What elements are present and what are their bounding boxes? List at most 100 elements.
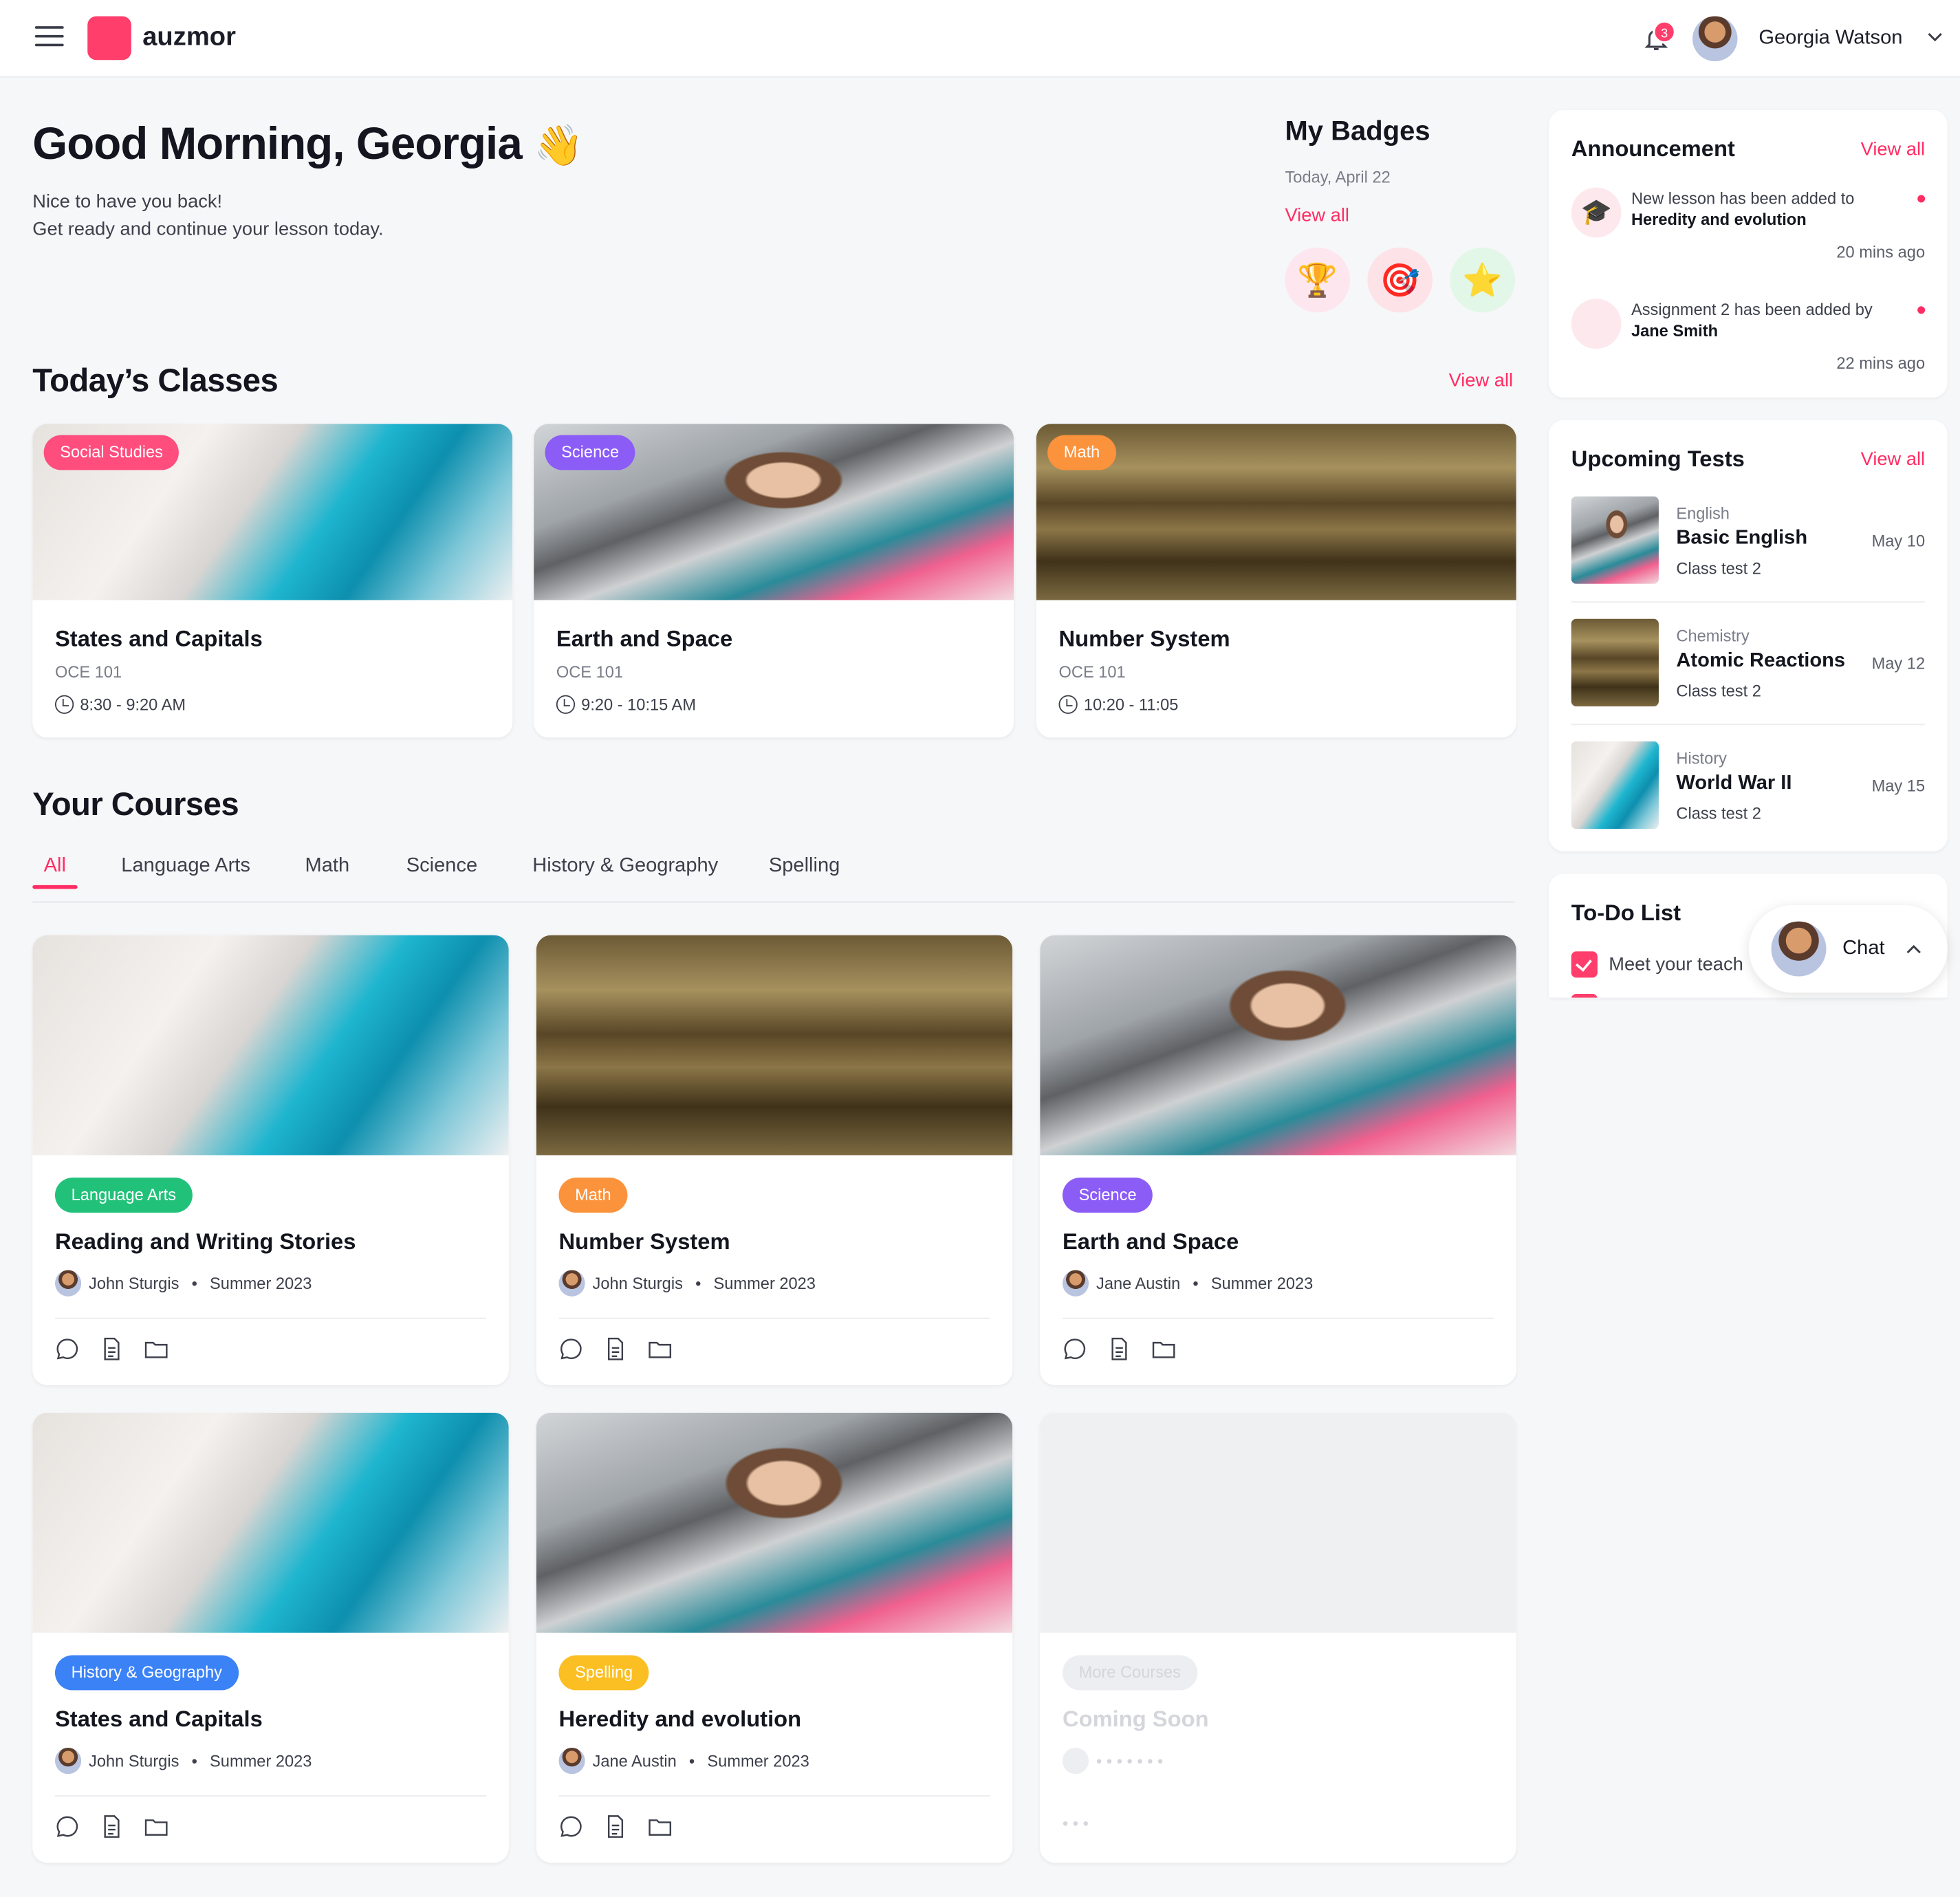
- course-actions: [558, 1814, 686, 1845]
- tab-math[interactable]: Math: [305, 855, 349, 878]
- menu-icon[interactable]: [34, 26, 64, 49]
- page-title: Good Morning, Georgia 👋: [32, 117, 583, 169]
- chat-icon[interactable]: [558, 1336, 583, 1361]
- course-card[interactable]: Math Number System John Sturgis • Summer 2…: [536, 935, 1013, 1385]
- todays-classes-title: Today’s Classes: [32, 361, 279, 399]
- course-card[interactable]: Spelling Heredity and evolution Jane Aus…: [536, 1412, 1013, 1863]
- test-name[interactable]: Basic English: [1676, 528, 1807, 550]
- todo-item[interactable]: Meet your teach: [1609, 954, 1743, 975]
- course-card[interactable]: Language Arts Reading and Writing Storie…: [32, 935, 509, 1385]
- trophy-badge-icon[interactable]: 🏆: [1285, 247, 1351, 313]
- class-tag: Social Studies: [43, 435, 179, 470]
- your-courses-title: Your Courses: [32, 785, 239, 823]
- avatar: [558, 1748, 585, 1775]
- greeting-line-1: Nice to have you back!: [32, 191, 223, 213]
- course-title: Earth and Space: [1062, 1228, 1239, 1255]
- document-icon[interactable]: [99, 1814, 124, 1839]
- document-icon[interactable]: [99, 1336, 124, 1361]
- folder-icon[interactable]: [144, 1814, 168, 1839]
- divider: [1571, 724, 1926, 726]
- avatar: [1771, 921, 1827, 977]
- chevron-up-icon[interactable]: [1906, 942, 1921, 955]
- test-class: Class test 2: [1676, 559, 1761, 578]
- chat-widget[interactable]: Chat: [1748, 904, 1948, 993]
- class-card[interactable]: Social Studies States and Capitals OCE 1…: [32, 424, 513, 738]
- class-code: OCE 101: [556, 662, 624, 682]
- tab-spelling[interactable]: Spelling: [769, 855, 840, 878]
- tab-history-geography[interactable]: History & Geography: [532, 855, 718, 878]
- course-tabs: All Language Arts Math Science History &…: [32, 855, 1515, 903]
- course-meta: Jane Austin • Summer 2023: [1062, 1270, 1313, 1297]
- course-tag: More Courses: [1062, 1655, 1197, 1691]
- course-title: Reading and Writing Stories: [54, 1228, 356, 1255]
- announcement-item[interactable]: Assignment 2 has been added by Jane Smith: [1631, 299, 1873, 341]
- course-card[interactable]: History & Geography States and Capitals …: [32, 1412, 509, 1863]
- chat-icon[interactable]: [558, 1814, 583, 1839]
- announcement-panel: Announcement View all 🎓 New lesson has b…: [1549, 109, 1948, 398]
- course-actions: [558, 1336, 686, 1367]
- chat-icon[interactable]: [1063, 1336, 1087, 1361]
- test-thumbnail: [1571, 741, 1659, 830]
- user-name[interactable]: Georgia Watson: [1758, 28, 1902, 50]
- logo-icon: [87, 16, 131, 61]
- document-icon[interactable]: [603, 1814, 628, 1839]
- avatar: [1062, 1270, 1089, 1297]
- chat-label: Chat: [1842, 937, 1885, 960]
- course-meta: John Sturgis • Summer 2023: [558, 1270, 816, 1297]
- tab-all[interactable]: All: [44, 855, 66, 878]
- checkbox[interactable]: [1571, 951, 1598, 978]
- course-meta: • • • • • • •: [1062, 1748, 1163, 1775]
- checkbox[interactable]: [1571, 993, 1598, 998]
- test-name[interactable]: World War II: [1676, 772, 1792, 795]
- class-tag: Math: [1047, 435, 1116, 470]
- avatar[interactable]: [1692, 16, 1738, 62]
- chat-icon[interactable]: [55, 1336, 80, 1361]
- course-image: [536, 935, 1013, 1156]
- course-title: States and Capitals: [54, 1706, 263, 1732]
- badges-view-all-link[interactable]: View all: [1285, 205, 1349, 226]
- test-name[interactable]: Atomic Reactions: [1676, 650, 1845, 673]
- class-time: 10:20 - 11:05: [1058, 695, 1178, 714]
- class-code: OCE 101: [54, 662, 122, 682]
- wave-emoji: 👋: [534, 122, 583, 168]
- active-tab-indicator: [32, 885, 78, 889]
- folder-icon[interactable]: [647, 1336, 672, 1361]
- divider: [54, 1317, 487, 1319]
- tab-language-arts[interactable]: Language Arts: [121, 855, 250, 878]
- test-subject: Chemistry: [1676, 626, 1750, 645]
- test-date: May 12: [1871, 653, 1926, 673]
- clock-icon: [1058, 695, 1078, 714]
- folder-icon[interactable]: [1151, 1336, 1176, 1361]
- avatar: [54, 1270, 82, 1297]
- announcement-view-all-link[interactable]: View all: [1861, 139, 1925, 160]
- graduation-cap-icon: 🎓: [1571, 187, 1622, 238]
- chat-icon[interactable]: [55, 1814, 80, 1839]
- brand-name: auzmor: [142, 22, 236, 52]
- class-card[interactable]: Math Number System OCE 101 10:20 - 11:05: [1036, 424, 1516, 738]
- class-time: 9:20 - 10:15 AM: [556, 695, 696, 714]
- test-date: May 10: [1871, 531, 1926, 550]
- todo-title: To-Do List: [1571, 900, 1681, 926]
- classes-view-all-link[interactable]: View all: [1449, 370, 1513, 391]
- class-title: States and Capitals: [54, 626, 263, 651]
- coming-soon-card: More Courses Coming Soon • • • • • • • •…: [1040, 1412, 1516, 1863]
- folder-icon[interactable]: [144, 1336, 168, 1361]
- star-badge-icon[interactable]: ⭐: [1450, 247, 1515, 313]
- tab-science[interactable]: Science: [406, 855, 477, 878]
- document-icon[interactable]: [603, 1336, 628, 1361]
- target-badge-icon[interactable]: 🎯: [1367, 247, 1433, 313]
- unread-dot: [1917, 306, 1926, 314]
- test-thumbnail: [1571, 496, 1659, 584]
- document-icon[interactable]: [1107, 1336, 1131, 1361]
- chevron-down-icon[interactable]: [1928, 30, 1943, 45]
- upcoming-tests-title: Upcoming Tests: [1571, 446, 1745, 472]
- badges-title: My Badges: [1285, 115, 1430, 147]
- folder-icon[interactable]: [647, 1814, 672, 1839]
- course-card[interactable]: Science Earth and Space Jane Austin • Summ…: [1040, 935, 1516, 1385]
- announcement-time: 20 mins ago: [1836, 242, 1926, 261]
- course-title: Coming Soon: [1062, 1706, 1209, 1732]
- tests-view-all-link[interactable]: View all: [1861, 449, 1925, 470]
- announcement-item[interactable]: New lesson has been added to Heredity and…: [1631, 188, 1854, 230]
- class-card[interactable]: Science Earth and Space OCE 101 9:20 - 1…: [534, 424, 1014, 738]
- course-image: [32, 1412, 509, 1633]
